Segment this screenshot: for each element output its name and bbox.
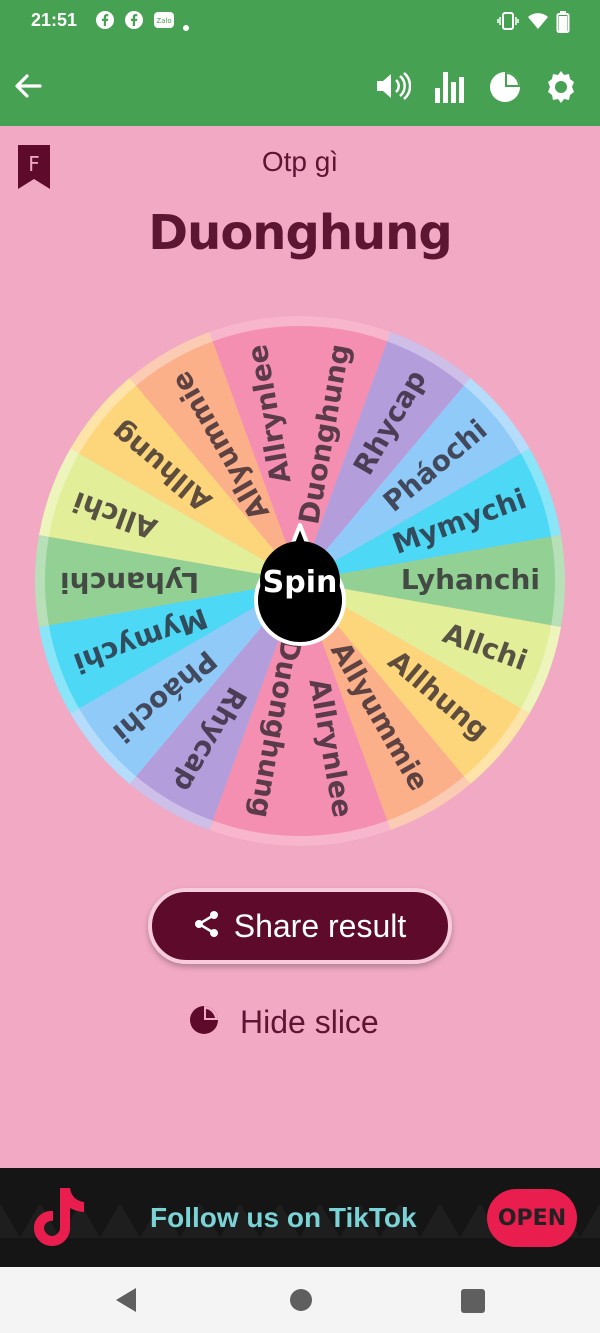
ad-text: Follow us on TikTok <box>150 1202 417 1233</box>
share-icon <box>194 910 220 942</box>
settings-gear-icon[interactable] <box>544 70 578 108</box>
wheel-slice-label: Lyhanchi <box>401 563 540 596</box>
share-result-button[interactable]: Share result <box>148 888 452 964</box>
nav-recents-icon[interactable] <box>461 1289 485 1317</box>
zalo-icon: Zalo <box>154 11 174 33</box>
back-arrow-icon[interactable] <box>14 73 42 103</box>
system-navigation-bar <box>0 1267 600 1333</box>
wheel-slice-label: Lyhanchi <box>60 566 199 599</box>
status-time: 21:51 <box>31 10 78 30</box>
pie-chart-icon <box>188 1004 220 1040</box>
facebook-icon <box>96 11 114 33</box>
nav-home-icon[interactable] <box>289 1288 313 1316</box>
vibrate-icon <box>497 11 519 35</box>
dot-icon <box>182 17 190 36</box>
spin-label: Spin <box>263 565 338 600</box>
status-bar: 21:51 Zalo <box>0 0 600 44</box>
ad-banner[interactable]: Follow us on TikTok OPEN <box>0 1168 600 1267</box>
tiktok-logo-icon <box>28 1184 90 1254</box>
hide-slice-button[interactable]: Hide slice <box>188 1000 379 1044</box>
app-bar <box>0 44 600 126</box>
pie-chart-icon[interactable] <box>488 70 522 108</box>
nav-back-icon[interactable] <box>114 1287 138 1317</box>
zalo-label: Zalo <box>156 17 171 25</box>
facebook-icon <box>125 11 143 33</box>
bar-chart-icon[interactable] <box>434 68 466 108</box>
battery-icon <box>556 11 570 37</box>
share-result-label: Share result <box>233 907 407 944</box>
wifi-icon <box>527 11 549 35</box>
spin-wheel[interactable]: DuonghungRhycapPháochiMymychiLyhanchiAll… <box>30 313 570 853</box>
hide-slice-label: Hide slice <box>240 1003 379 1040</box>
wheel-subtitle: Otp gì <box>261 146 339 177</box>
result-title: Duonghung <box>148 205 452 261</box>
ad-open-button[interactable]: OPEN <box>487 1189 577 1247</box>
volume-icon[interactable] <box>375 71 412 105</box>
